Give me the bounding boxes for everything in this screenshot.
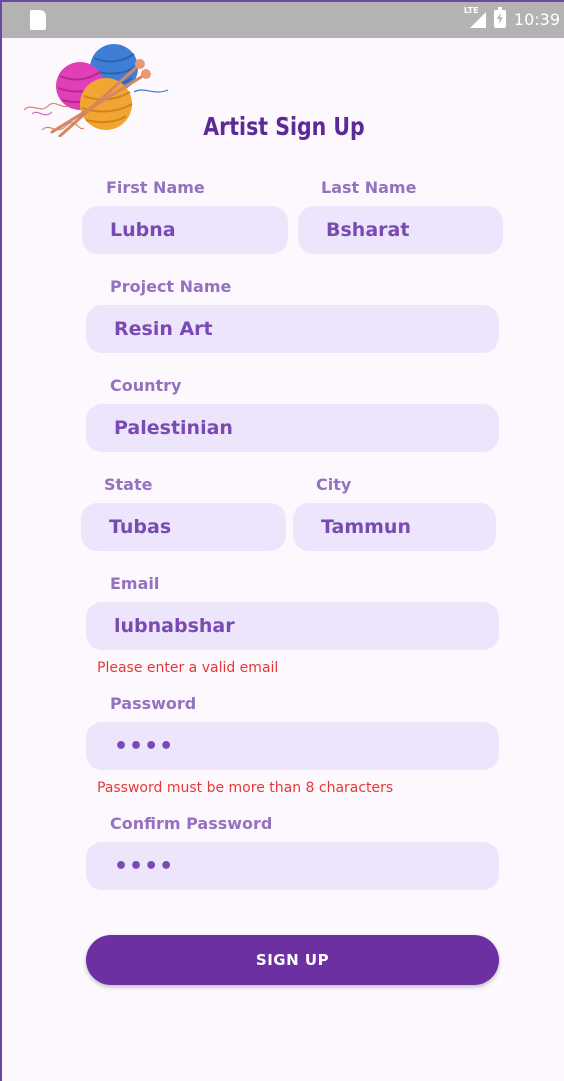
confirm-password-input[interactable]: •••• bbox=[86, 842, 499, 890]
status-time: 10:39 bbox=[513, 9, 560, 29]
sd-card-icon bbox=[30, 10, 46, 30]
last-name-input[interactable]: Bsharat bbox=[298, 206, 503, 254]
password-input[interactable]: •••• bbox=[86, 722, 499, 770]
status-right: LTE 10:39 bbox=[464, 6, 560, 30]
project-name-input[interactable]: Resin Art bbox=[86, 305, 499, 353]
battery-charging-icon bbox=[493, 7, 506, 28]
state-label: State bbox=[104, 475, 153, 494]
status-bar: LTE 10:39 bbox=[2, 0, 564, 38]
country-input[interactable]: Palestinian bbox=[86, 404, 499, 452]
first-name-input[interactable]: Lubna bbox=[82, 206, 288, 254]
email-input[interactable]: lubnabshar bbox=[86, 602, 499, 650]
password-label: Password bbox=[110, 694, 197, 713]
app-screen: LTE 10:39 Artist Sign Up First Name Last… bbox=[0, 0, 564, 1081]
city-input[interactable]: Tammun bbox=[293, 503, 496, 551]
confirm-password-label: Confirm Password bbox=[110, 814, 273, 833]
email-label: Email bbox=[110, 574, 160, 593]
country-label: Country bbox=[110, 376, 182, 395]
password-error: Password must be more than 8 characters bbox=[97, 780, 394, 796]
last-name-label: Last Name bbox=[321, 178, 417, 197]
email-error: Please enter a valid email bbox=[97, 660, 279, 676]
city-label: City bbox=[316, 475, 352, 494]
first-name-label: First Name bbox=[106, 178, 205, 197]
lte-signal-icon: LTE bbox=[464, 6, 486, 30]
page-title: Artist Sign Up bbox=[203, 112, 365, 141]
project-name-label: Project Name bbox=[110, 277, 232, 296]
state-input[interactable]: Tubas bbox=[81, 503, 286, 551]
sign-up-button[interactable]: SIGN UP bbox=[86, 935, 499, 985]
